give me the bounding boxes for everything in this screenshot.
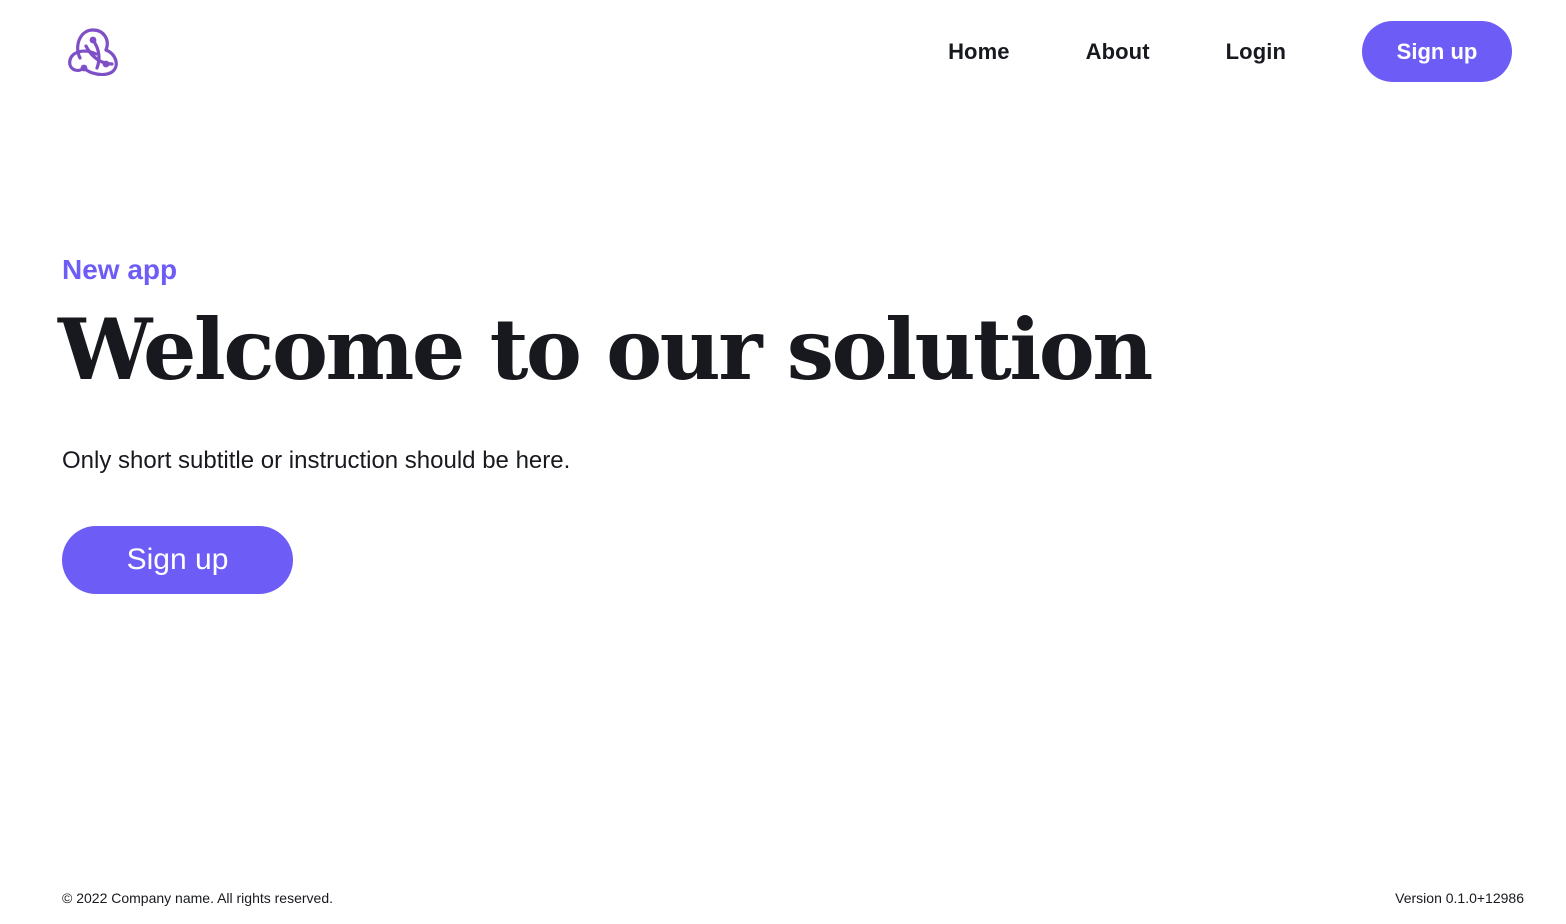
hero-title: Welcome to our solution (58, 300, 1153, 399)
top-header: Home About Login Sign up (0, 0, 1566, 104)
main-nav: Home About Login Sign up (948, 21, 1512, 82)
nav-about-link[interactable]: About (1086, 39, 1150, 65)
nav-login-link[interactable]: Login (1226, 39, 1286, 65)
logo-link[interactable] (66, 24, 120, 76)
hero-subtitle: Only short subtitle or instruction shoul… (62, 447, 571, 474)
hero-eyebrow: New app (62, 254, 178, 285)
footer-version: Version 0.1.0+12986 (1395, 890, 1524, 906)
nav-home-link[interactable]: Home (948, 39, 1010, 65)
landing-page: Home About Login Sign up New app Welcome… (0, 0, 1566, 924)
footer-copyright: © 2022 Company name. All rights reserved… (62, 890, 334, 906)
header-signup-button[interactable]: Sign up (1362, 21, 1512, 82)
hero-signup-button[interactable]: Sign up (62, 526, 293, 594)
redux-logo-icon (68, 28, 118, 76)
